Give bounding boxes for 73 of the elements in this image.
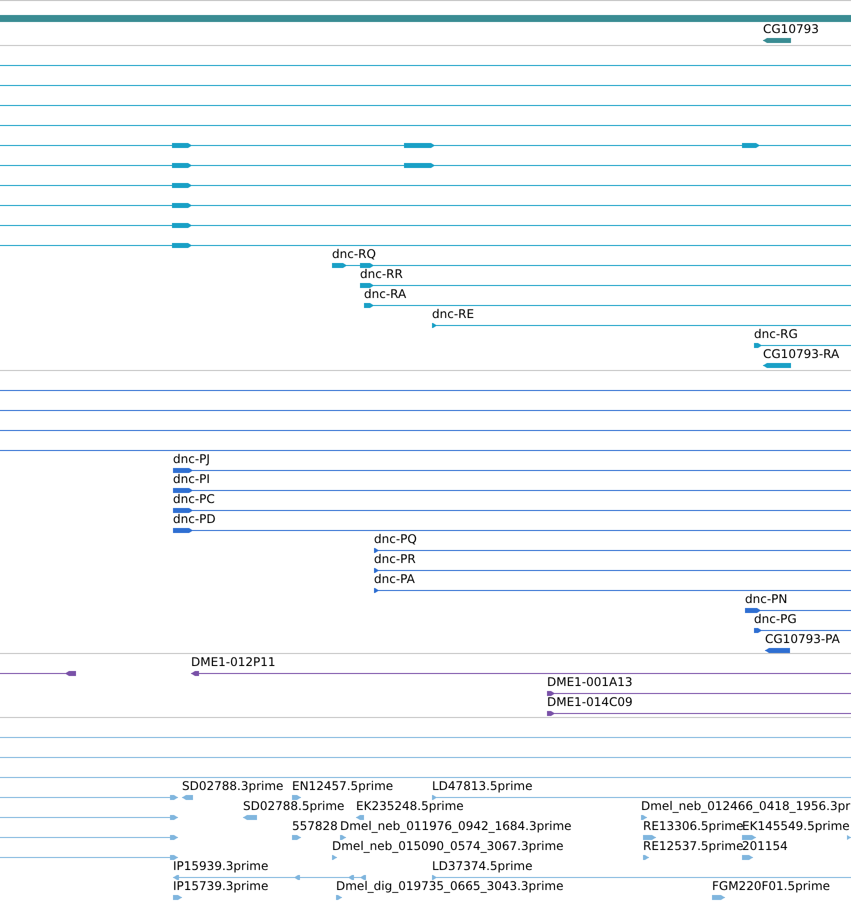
feature-glyph[interactable] <box>0 447 851 453</box>
feature-label: EN12457.5prime <box>292 780 394 793</box>
feature-label: Dmel_neb_012466_0418_1956.3pr <box>641 800 850 813</box>
feature-glyph[interactable] <box>0 162 851 168</box>
feature-glyph[interactable] <box>0 387 851 393</box>
feature-glyph[interactable] <box>0 82 851 88</box>
feature-label: EK235248.5prime <box>356 800 464 813</box>
feature-label: dnc-PC <box>173 493 215 506</box>
feature-glyph[interactable] <box>173 487 851 493</box>
feature-label: dnc-PI <box>173 473 210 486</box>
feature-glyph[interactable] <box>332 262 851 268</box>
feature-label: Dmel_neb_011976_0942_1684.3prime <box>340 820 572 833</box>
feature-glyph[interactable] <box>374 587 851 593</box>
feature-glyph[interactable] <box>0 222 851 228</box>
feature-label: LD47813.5prime <box>432 780 533 793</box>
feature-glyph[interactable] <box>763 362 791 368</box>
feature-glyph[interactable] <box>191 670 851 676</box>
feature-glyph[interactable] <box>432 322 851 328</box>
feature-label: RE13306.5prime <box>643 820 744 833</box>
feature-label: CG10793 <box>763 23 819 36</box>
feature-glyph[interactable] <box>547 710 851 716</box>
feature-glyph[interactable] <box>374 547 851 553</box>
feature-glyph[interactable] <box>173 467 851 473</box>
feature-glyph[interactable] <box>0 142 851 148</box>
feature-glyph[interactable] <box>0 62 851 68</box>
feature-glyph[interactable] <box>0 182 851 188</box>
feature-glyph[interactable] <box>0 102 851 108</box>
feature-label: dnc-RA <box>364 288 406 301</box>
feature-label: dnc-PG <box>754 613 797 626</box>
feature-glyph[interactable] <box>360 282 851 288</box>
feature-label: 201154 <box>742 840 788 853</box>
feature-label: DME1-014C09 <box>547 696 633 709</box>
feature-glyph[interactable] <box>754 342 851 348</box>
feature-label: dnc-PR <box>374 553 416 566</box>
feature-label: FGM220F01.5prime <box>712 880 830 893</box>
feature-label: Dmel_neb_015090_0574_3067.3prime <box>332 840 564 853</box>
feature-glyph[interactable] <box>374 567 851 573</box>
feature-glyph[interactable] <box>0 202 851 208</box>
feature-label: dnc-RE <box>432 308 474 321</box>
feature-label: IP15939.3prime <box>173 860 268 873</box>
feature-label: CG10793-PA <box>765 633 840 646</box>
feature-label: dnc-RG <box>754 328 798 341</box>
feature-label: dnc-PA <box>374 573 415 586</box>
feature-label: CG10793-RA <box>763 348 840 361</box>
feature-label: dnc-PJ <box>173 453 210 466</box>
feature-label: 557828 <box>292 820 338 833</box>
feature-glyph[interactable] <box>0 427 851 433</box>
feature-glyph[interactable] <box>173 507 851 513</box>
feature-label: LD37374.5prime <box>432 860 533 873</box>
feature-glyph[interactable] <box>765 647 790 653</box>
feature-label: dnc-RQ <box>332 248 376 261</box>
feature-glyph[interactable] <box>0 670 76 676</box>
feature-glyph[interactable] <box>0 122 851 128</box>
feature-label: RE12537.5prime <box>643 840 744 853</box>
feature-glyph[interactable] <box>0 407 851 413</box>
feature-label: DME1-012P11 <box>191 656 276 669</box>
feature-glyph[interactable] <box>547 690 851 696</box>
feature-label: dnc-PN <box>745 593 788 606</box>
feature-label: Dmel_dig_019735_0665_3043.3prime <box>336 880 564 893</box>
feature-glyph[interactable] <box>763 37 791 43</box>
feature-glyph[interactable] <box>745 607 851 613</box>
feature-label: SD02788.3prime <box>182 780 284 793</box>
feature-label: dnc-PD <box>173 513 216 526</box>
feature-glyph[interactable] <box>754 627 851 633</box>
feature-glyph[interactable] <box>364 302 851 308</box>
feature-label: dnc-PQ <box>374 533 417 546</box>
feature-glyph[interactable] <box>173 527 851 533</box>
feature-glyph[interactable] <box>0 242 851 248</box>
feature-label: IP15739.3prime <box>173 880 268 893</box>
feature-label: EK145549.5prime <box>742 820 850 833</box>
feature-label: DME1-001A13 <box>547 676 633 689</box>
feature-label: SD02788.5prime <box>243 800 344 813</box>
feature-label: dnc-RR <box>360 268 403 281</box>
